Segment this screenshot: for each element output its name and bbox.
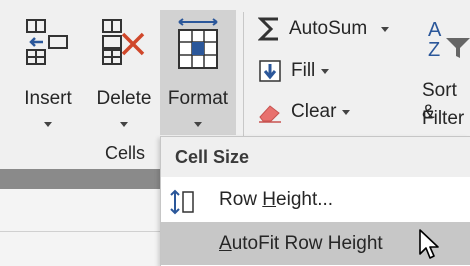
chevron-down-icon: [44, 122, 52, 127]
delete-button[interactable]: Delete: [86, 10, 162, 135]
autosum-label: AutoSum: [289, 18, 368, 39]
sort-filter-label-line2[interactable]: Filter: [422, 108, 464, 130]
autosum-sigma-icon: [255, 16, 285, 42]
menu-item-label: eight...: [276, 189, 334, 210]
cells-group-label: Cells: [104, 143, 145, 163]
fill-label: Fill: [291, 60, 316, 81]
menu-item-label: Row: [219, 189, 263, 210]
insert-button[interactable]: Insert: [10, 10, 86, 135]
format-label: Format: [167, 88, 229, 109]
worksheet-area[interactable]: [0, 189, 160, 266]
chevron-down-icon: [381, 26, 390, 32]
fill-button[interactable]: Fill: [255, 56, 330, 86]
menu-item-label: utoFit Row Height: [231, 233, 383, 254]
fill-down-icon: [255, 59, 285, 83]
accelerator-key: H: [262, 189, 277, 210]
clear-eraser-icon: [255, 101, 285, 123]
sort-filter-icon: A Z: [426, 16, 470, 65]
chevron-down-icon: [120, 122, 128, 127]
clear-label: Clear: [291, 101, 337, 122]
format-cells-icon: [173, 18, 223, 75]
clear-button[interactable]: Clear: [255, 97, 351, 127]
menu-item-row-height[interactable]: Row Height...: [161, 178, 470, 221]
autosum-button[interactable]: AutoSum: [255, 14, 390, 44]
format-button[interactable]: Format: [160, 10, 236, 135]
chevron-down-icon: [321, 68, 330, 74]
svg-text:Z: Z: [428, 39, 440, 60]
delete-label: Delete: [96, 88, 152, 109]
menu-section-header: Cell Size: [161, 137, 470, 177]
sheet-header-band: [0, 169, 160, 189]
insert-label: Insert: [24, 88, 72, 109]
delete-cells-icon: [99, 18, 149, 71]
gridline: [0, 231, 160, 232]
chevron-down-icon: [194, 122, 202, 127]
svg-text:A: A: [428, 19, 442, 41]
insert-cells-icon: [25, 18, 71, 71]
mouse-pointer-icon: [418, 228, 444, 266]
chevron-down-icon: [342, 109, 351, 115]
accelerator-key: A: [219, 233, 232, 254]
